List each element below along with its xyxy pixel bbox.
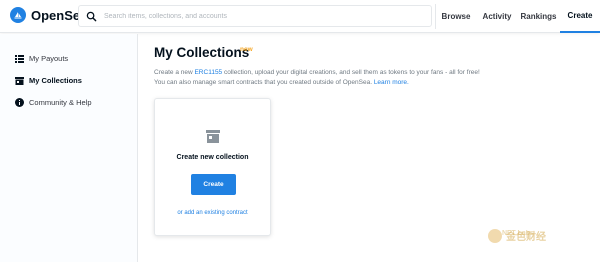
sidebar-item-label: My Collections [29,76,82,85]
new-badge: new [240,46,253,53]
page-title: My Collections [154,45,250,60]
add-existing-contract-link[interactable]: or add an existing contract [155,210,270,216]
nav-browse[interactable]: Browse [435,0,477,33]
create-collection-card: Create new collection Create or add an e… [154,98,271,236]
search-bar[interactable] [78,5,432,27]
nav-activity[interactable]: Activity [477,0,517,33]
list-icon [15,54,24,63]
desc-text: collection, upload your digital creation… [222,69,480,76]
desc-text: Create a new [154,69,195,76]
page-description: Create a new ERC1155 collection, upload … [154,68,480,88]
sidebar: My Payouts My Collections Community & He… [0,34,138,262]
learn-more-link[interactable]: Learn more. [374,79,409,86]
sidebar-item-my-payouts[interactable]: My Payouts [15,54,68,63]
desc-text: You can also manage smart contracts that… [154,79,374,86]
watermark-subtext: NFT Labs [502,230,534,237]
store-icon [15,76,24,85]
store-icon [206,130,220,148]
opensea-logo[interactable]: OpenSea [10,7,87,23]
nav-rankings[interactable]: Rankings [517,0,560,33]
card-title: Create new collection [176,154,249,161]
watermark-logo-icon [488,228,502,243]
create-button[interactable]: Create [191,174,236,195]
sidebar-item-community-help[interactable]: Community & Help [15,98,92,107]
search-input[interactable] [104,12,424,20]
opensea-logo-icon [10,7,26,23]
top-nav-bar: OpenSea Browse Activity Rankings Create [0,0,600,33]
sidebar-item-my-collections[interactable]: My Collections [15,76,82,85]
nav-create[interactable]: Create [560,0,600,33]
erc1155-link[interactable]: ERC1155 [194,69,222,76]
sidebar-item-label: Community & Help [29,98,92,107]
sidebar-item-label: My Payouts [29,54,69,63]
info-icon [15,98,24,107]
search-icon [86,10,98,22]
